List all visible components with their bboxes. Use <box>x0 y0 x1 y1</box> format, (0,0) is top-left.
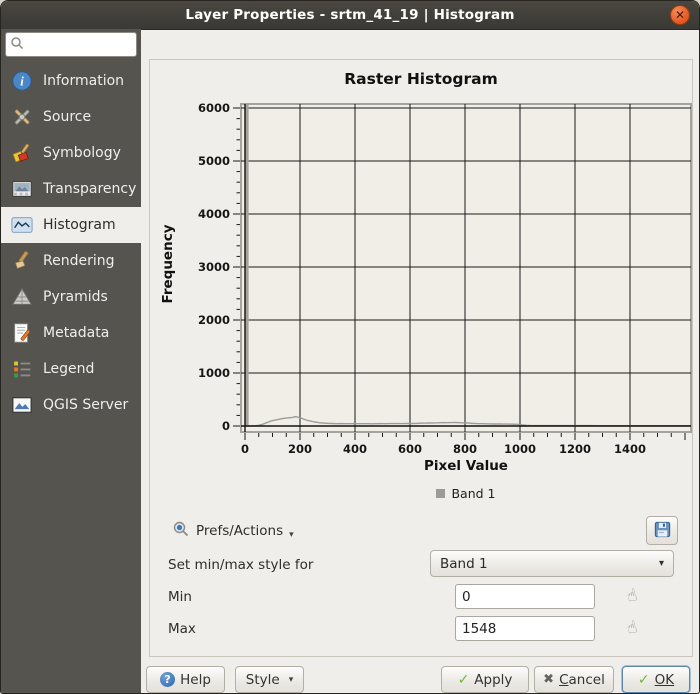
svg-text:0: 0 <box>241 442 249 456</box>
sidebar-item-information[interactable]: i Information <box>1 63 141 99</box>
sidebar-item-label: Histogram <box>43 217 116 233</box>
chevron-down-icon: ▾ <box>659 558 664 569</box>
sidebar-item-label: QGIS Server <box>43 397 128 413</box>
set-minmax-label: Set min/max style for <box>168 557 313 573</box>
chevron-down-icon: ▾ <box>289 530 294 540</box>
prefs-actions-label: Prefs/Actions <box>196 523 283 539</box>
max-label: Max <box>168 621 196 637</box>
ok-button[interactable]: ✓ OK <box>622 666 690 693</box>
sidebar-item-label: Pyramids <box>43 289 108 305</box>
svg-text:1200: 1200 <box>559 442 591 456</box>
sidebar: i Information Source Symbology <box>1 29 141 694</box>
transparency-icon <box>10 177 34 201</box>
chevron-down-icon: ▾ <box>289 675 294 685</box>
sidebar-list: i Information Source Symbology <box>1 63 141 423</box>
svg-text:3000: 3000 <box>198 260 230 274</box>
cross-icon: ✖ <box>543 672 554 687</box>
layer-properties-dialog: Layer Properties - srtm_41_19 | Histogra… <box>0 0 700 694</box>
check-icon: ✓ <box>458 672 470 688</box>
sidebar-item-pyramids[interactable]: Pyramids <box>1 279 141 315</box>
save-histogram-button[interactable] <box>646 516 678 545</box>
close-button[interactable]: ✕ <box>670 5 690 25</box>
pyramids-icon <box>10 285 34 309</box>
sidebar-item-legend[interactable]: Legend <box>1 351 141 387</box>
search-icon <box>10 35 24 54</box>
svg-text:4000: 4000 <box>198 207 230 221</box>
apply-button[interactable]: ✓ Apply <box>441 666 529 693</box>
min-input[interactable] <box>455 584 595 609</box>
sidebar-item-source[interactable]: Source <box>1 99 141 135</box>
legend-band1-label: Band 1 <box>451 486 495 501</box>
help-icon: ? <box>160 672 175 687</box>
ok-label: OK <box>655 672 674 688</box>
svg-text:1000: 1000 <box>504 442 536 456</box>
help-label: Help <box>180 672 211 688</box>
x-axis-label: Pixel Value <box>241 458 691 474</box>
svg-text:6000: 6000 <box>198 101 230 115</box>
histogram-plot[interactable]: 0 200 400 600 800 1000 1200 1400 0 1000 2000 3000 40… <box>150 60 694 512</box>
save-icon <box>653 520 672 542</box>
max-pick-hand-icon[interactable]: ☝ <box>618 614 646 642</box>
prefs-actions-button[interactable]: Prefs/Actions ▾ <box>166 518 300 544</box>
window-title: Layer Properties - srtm_41_19 | Histogra… <box>185 7 514 23</box>
svg-text:800: 800 <box>453 442 477 456</box>
sidebar-item-label: Transparency <box>43 181 136 197</box>
y-axis-label: Frequency <box>160 184 176 344</box>
prefs-actions-icon <box>172 520 190 542</box>
style-button[interactable]: Style ▾ <box>235 666 304 693</box>
band-select-value: Band 1 <box>440 556 488 572</box>
chart-legend: Band 1 <box>241 486 691 501</box>
min-pick-hand-icon[interactable]: ☝ <box>618 582 646 610</box>
svg-text:1000: 1000 <box>198 366 230 380</box>
histogram-icon <box>10 213 34 237</box>
sidebar-item-rendering[interactable]: Rendering <box>1 243 141 279</box>
cancel-label: Cancel <box>559 672 605 688</box>
style-label: Style <box>246 672 280 688</box>
sidebar-item-label: Metadata <box>43 325 109 341</box>
sidebar-search[interactable] <box>5 32 137 57</box>
close-icon: ✕ <box>675 8 685 22</box>
sidebar-item-qgis-server[interactable]: QGIS Server <box>1 387 141 423</box>
sidebar-item-label: Source <box>43 109 91 125</box>
title-bar: Layer Properties - srtm_41_19 | Histogra… <box>1 1 699 30</box>
apply-label: Apply <box>474 672 512 688</box>
svg-text:400: 400 <box>343 442 367 456</box>
sidebar-item-symbology[interactable]: Symbology <box>1 135 141 171</box>
sidebar-item-transparency[interactable]: Transparency <box>1 171 141 207</box>
svg-text:600: 600 <box>398 442 422 456</box>
sidebar-item-label: Rendering <box>43 253 115 269</box>
svg-text:0: 0 <box>222 419 230 433</box>
svg-text:200: 200 <box>288 442 312 456</box>
sidebar-item-histogram[interactable]: Histogram <box>1 207 141 243</box>
svg-text:2000: 2000 <box>198 313 230 327</box>
search-input[interactable] <box>24 37 128 53</box>
legend-icon <box>10 357 34 381</box>
min-label: Min <box>168 589 192 605</box>
source-icon <box>10 105 34 129</box>
help-button[interactable]: ? Help <box>146 666 225 693</box>
metadata-icon <box>10 321 34 345</box>
cancel-button[interactable]: ✖ Cancel <box>534 666 614 693</box>
band-select[interactable]: Band 1 ▾ <box>430 550 674 577</box>
svg-text:i: i <box>20 75 24 89</box>
qgis-server-icon <box>10 393 34 417</box>
information-icon: i <box>10 69 34 93</box>
sidebar-item-label: Symbology <box>43 145 121 161</box>
symbology-icon <box>10 141 34 165</box>
histogram-panel: Raster Histogram 02004006008001000120014… <box>149 59 693 657</box>
svg-text:1400: 1400 <box>614 442 646 456</box>
check-icon: ✓ <box>638 672 650 688</box>
legend-band1-marker <box>436 489 445 498</box>
sidebar-item-label: Information <box>43 73 124 89</box>
max-input[interactable] <box>455 616 595 641</box>
sidebar-item-label: Legend <box>43 361 94 377</box>
rendering-icon <box>10 249 34 273</box>
svg-text:5000: 5000 <box>198 154 230 168</box>
sidebar-item-metadata[interactable]: Metadata <box>1 315 141 351</box>
